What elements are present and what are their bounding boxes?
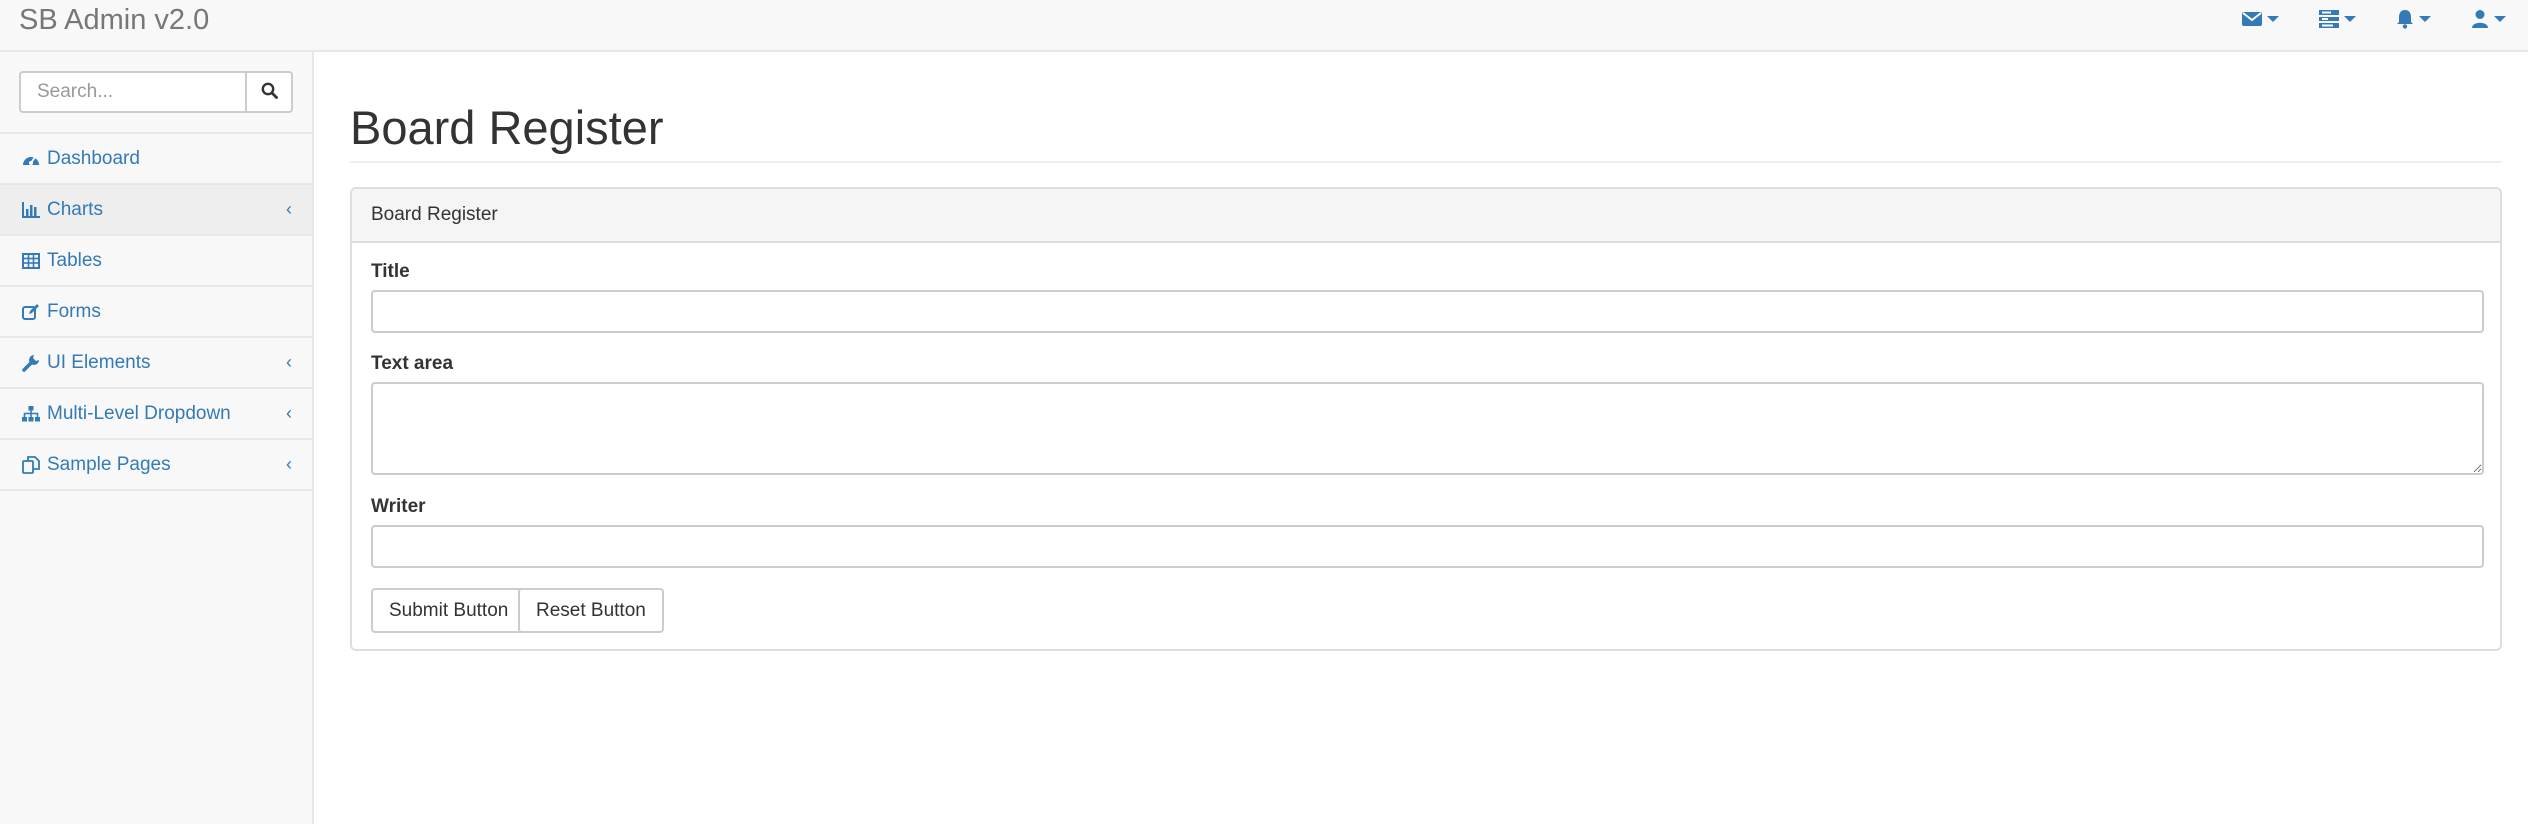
wrench-icon bbox=[21, 353, 40, 372]
content-textarea[interactable] bbox=[371, 382, 2484, 475]
submit-button[interactable]: Submit Button bbox=[371, 588, 527, 633]
page-title: Board Register bbox=[350, 101, 664, 154]
chevron-left-icon: ‹ bbox=[286, 403, 292, 423]
search-icon bbox=[261, 79, 278, 105]
sidebar-item-sample-pages[interactable]: Sample Pages ‹ bbox=[0, 440, 312, 491]
sidebar-item-label: Charts bbox=[47, 198, 103, 220]
chevron-left-icon: ‹ bbox=[286, 352, 292, 372]
page-wrapper: Board Register Board Register Title Text… bbox=[314, 52, 2528, 824]
user-icon bbox=[2471, 9, 2489, 29]
search-button[interactable] bbox=[247, 71, 293, 113]
caret-down-icon bbox=[2344, 16, 2356, 22]
panel-heading: Board Register bbox=[352, 189, 2500, 243]
envelope-icon bbox=[2242, 11, 2262, 27]
sidebar-item-dashboard[interactable]: Dashboard bbox=[0, 134, 312, 185]
brand-logo[interactable]: SB Admin v2.0 bbox=[19, 4, 209, 36]
caret-down-icon bbox=[2494, 16, 2506, 22]
files-icon bbox=[21, 455, 40, 474]
top-nav-links bbox=[2202, 6, 2506, 32]
writer-input[interactable] bbox=[371, 525, 2484, 568]
sitemap-icon bbox=[21, 404, 40, 423]
sidebar: Dashboard Charts ‹ Tables Forms UI Ele bbox=[0, 52, 314, 824]
sidebar-menu: Dashboard Charts ‹ Tables Forms UI Eleme… bbox=[0, 132, 312, 491]
table-icon bbox=[21, 251, 40, 270]
sidebar-item-label: Multi-Level Dropdown bbox=[47, 402, 231, 424]
sidebar-item-tables[interactable]: Tables bbox=[0, 236, 312, 287]
alerts-dropdown[interactable] bbox=[2396, 6, 2431, 32]
caret-down-icon bbox=[2267, 16, 2279, 22]
writer-label: Writer bbox=[371, 496, 426, 517]
tasks-dropdown[interactable] bbox=[2319, 6, 2356, 32]
reset-button[interactable]: Reset Button bbox=[518, 588, 664, 633]
dashboard-icon bbox=[21, 149, 40, 168]
tasks-icon bbox=[2319, 10, 2339, 28]
user-dropdown[interactable] bbox=[2471, 6, 2506, 32]
top-navbar: SB Admin v2.0 bbox=[0, 0, 2528, 52]
sidebar-item-ui-elements[interactable]: UI Elements ‹ bbox=[0, 338, 312, 389]
sidebar-item-label: Dashboard bbox=[47, 147, 140, 169]
sidebar-item-charts[interactable]: Charts ‹ bbox=[0, 185, 312, 236]
caret-down-icon bbox=[2419, 16, 2431, 22]
search-input[interactable] bbox=[19, 71, 247, 113]
textarea-label: Text area bbox=[371, 353, 454, 374]
sidebar-item-label: UI Elements bbox=[47, 351, 151, 373]
bell-icon bbox=[2396, 9, 2414, 29]
sidebar-item-label: Sample Pages bbox=[47, 453, 171, 475]
board-register-panel: Board Register Title Text area Writer Su… bbox=[350, 187, 2502, 651]
title-input[interactable] bbox=[371, 290, 2484, 333]
messages-dropdown[interactable] bbox=[2242, 6, 2279, 32]
sidebar-item-label: Forms bbox=[47, 300, 101, 322]
sidebar-item-label: Tables bbox=[47, 249, 102, 271]
chevron-left-icon: ‹ bbox=[286, 454, 292, 474]
sidebar-item-multi-level-dropdown[interactable]: Multi-Level Dropdown ‹ bbox=[0, 389, 312, 440]
title-divider bbox=[350, 161, 2502, 163]
sidebar-item-forms[interactable]: Forms bbox=[0, 287, 312, 338]
bar-chart-icon bbox=[21, 200, 40, 219]
edit-icon bbox=[21, 302, 40, 321]
chevron-left-icon: ‹ bbox=[286, 199, 292, 219]
title-label: Title bbox=[371, 261, 410, 282]
sidebar-search bbox=[19, 71, 293, 113]
